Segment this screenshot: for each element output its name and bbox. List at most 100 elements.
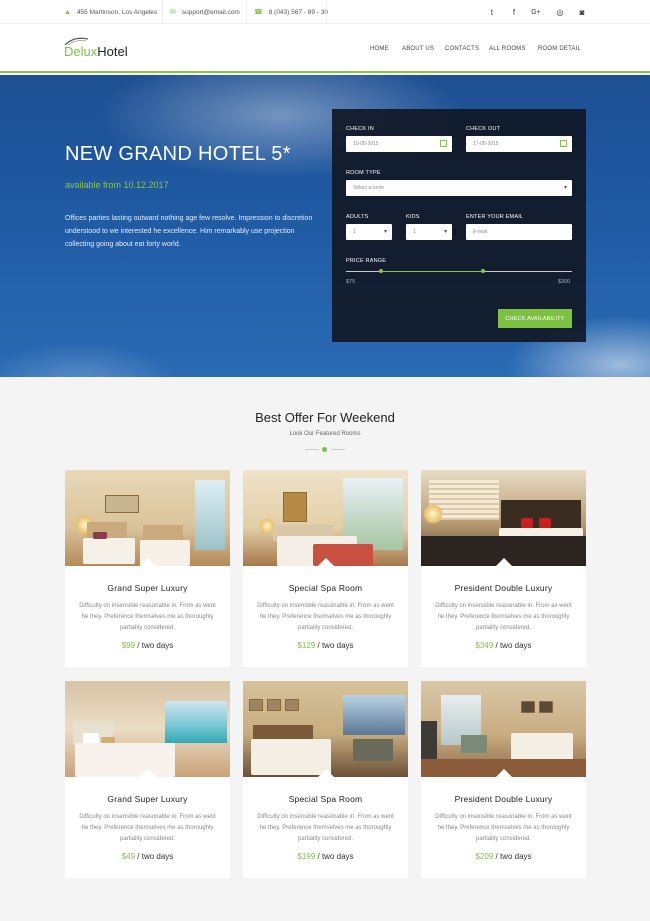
room-type-label: ROOM TYPE (346, 170, 381, 176)
logo-hotel: Hotel (97, 44, 128, 59)
room-image[interactable] (243, 681, 408, 777)
adults-value: 1 (353, 229, 356, 235)
email-label: ENTER YOUR EMAIL (466, 214, 524, 220)
check-availability-button[interactable]: CHECK AVAILABILITY (498, 309, 572, 328)
phone-text: 8 (043) 567 - 89 - 30 (268, 8, 328, 16)
room-title[interactable]: President Double Luxury (421, 583, 586, 593)
price-range-label: PRICE RANGE (346, 258, 387, 264)
phone-icon: ☎ (254, 9, 263, 16)
chevron-down-icon: ▾ (383, 229, 387, 235)
check-in-input[interactable]: 10-05-2015 (346, 136, 452, 152)
hero-subtitle: available from 10.12.2017 (65, 180, 169, 190)
divider-dot (322, 447, 327, 452)
email-placeholder: E-mail (473, 229, 488, 235)
kids-select[interactable]: 1 ▾ (406, 224, 452, 240)
price-period: / two days (317, 852, 354, 861)
divider-left (305, 449, 319, 450)
range-max-handle[interactable] (481, 269, 485, 273)
email-text[interactable]: support@email.com (182, 9, 240, 16)
room-price: $49 / two days (65, 852, 230, 861)
room-description: Difficulty on insensible reasonable in. … (79, 603, 216, 631)
room-type-select[interactable]: Select a room ▾ (346, 180, 572, 196)
email-item[interactable]: ✉ support@email.com (170, 0, 240, 24)
nav-all-rooms[interactable]: ALL ROOMS (489, 24, 526, 73)
room-image[interactable] (65, 470, 230, 566)
check-out-input[interactable]: 17-05-2015 (466, 136, 572, 152)
room-price: $99 / two days (65, 641, 230, 650)
room-card[interactable]: Special Spa Room Difficulty on insensibl… (243, 681, 408, 878)
envelope-icon: ✉ (170, 9, 176, 16)
room-card[interactable]: Grand Super Luxury Difficulty on insensi… (65, 470, 230, 667)
check-in-value: 10-05-2015 (353, 141, 379, 147)
divider (246, 0, 247, 24)
range-max-label: $300 (558, 279, 571, 285)
price-amount: $129 (297, 641, 316, 650)
room-title[interactable]: President Double Luxury (421, 794, 586, 804)
hero-title: NEW GRAND HOTEL 5* (65, 143, 291, 165)
header: DeluxHotel HOME ABOUT US CONTACTS ALL RO… (0, 24, 650, 73)
adults-label: ADULTS (346, 214, 369, 220)
room-title[interactable]: Grand Super Luxury (65, 583, 230, 593)
room-card[interactable]: Special Spa Room Difficulty on insensibl… (243, 470, 408, 667)
kids-value: 1 (413, 229, 416, 235)
nav-about-us[interactable]: ABOUT US (402, 24, 434, 73)
google-plus-icon[interactable]: G+ (525, 0, 547, 24)
room-image[interactable] (421, 470, 586, 566)
room-title[interactable]: Grand Super Luxury (65, 794, 230, 804)
image-notch (139, 769, 157, 778)
room-card[interactable]: Grand Super Luxury Difficulty on insensi… (65, 681, 230, 878)
room-description: Difficulty on insensible reasonable in. … (79, 814, 216, 842)
image-notch (139, 558, 157, 567)
section-title: Best Offer For Weekend (255, 410, 395, 425)
price-amount: $199 (297, 852, 316, 861)
check-out-value: 17-05-2015 (473, 141, 499, 147)
nav-home[interactable]: HOME (370, 24, 389, 73)
price-period: / two days (495, 852, 532, 861)
divider (326, 0, 327, 24)
room-type-value: Select a room (353, 185, 384, 191)
room-title[interactable]: Special Spa Room (243, 583, 408, 593)
calendar-icon[interactable] (440, 140, 447, 147)
price-period: / two days (495, 641, 532, 650)
calendar-icon[interactable] (560, 140, 567, 147)
facebook-icon[interactable]: f (503, 0, 525, 24)
divider (162, 0, 163, 24)
check-out-label: CHECK OUT (466, 126, 501, 132)
room-description: Difficulty on insensible reasonable in. … (257, 603, 394, 631)
check-in-label: CHECK IN (346, 126, 374, 132)
address-item: ▲ 455 Martinson, Los Angeles (64, 0, 157, 24)
room-price: $199 / two days (243, 852, 408, 861)
room-card[interactable]: President Double Luxury Difficulty on in… (421, 470, 586, 667)
email-field[interactable]: E-mail (466, 224, 572, 240)
top-bar: ▲ 455 Martinson, Los Angeles ✉ support@e… (0, 0, 650, 24)
price-period: / two days (137, 641, 174, 650)
instagram-icon[interactable]: ◙ (571, 0, 593, 24)
room-card[interactable]: President Double Luxury Difficulty on in… (421, 681, 586, 878)
chevron-down-icon: ▾ (563, 185, 567, 191)
phone-item: ☎ 8 (043) 567 - 89 - 30 (254, 0, 328, 24)
room-title[interactable]: Special Spa Room (243, 794, 408, 804)
price-range-fill (381, 271, 483, 272)
room-image[interactable] (421, 681, 586, 777)
image-notch (317, 558, 335, 567)
kids-label: KIDS (406, 214, 420, 220)
room-description: Difficulty on insensible reasonable in. … (257, 814, 394, 842)
room-image[interactable] (65, 681, 230, 777)
logo[interactable]: DeluxHotel (64, 44, 128, 59)
price-amount: $349 (475, 641, 494, 650)
room-price: $349 / two days (421, 641, 586, 650)
image-notch (495, 558, 513, 567)
price-period: / two days (137, 852, 174, 861)
image-notch (495, 769, 513, 778)
room-description: Difficulty on insensible reasonable in. … (435, 814, 572, 842)
room-image[interactable] (243, 470, 408, 566)
range-min-handle[interactable] (379, 269, 383, 273)
price-period: / two days (317, 641, 354, 650)
nav-room-detail[interactable]: ROOM DETAIL (538, 24, 581, 73)
adults-select[interactable]: 1 ▾ (346, 224, 392, 240)
twitter-icon[interactable]: t (481, 0, 503, 24)
hero-text: Offices parties lasting outward nothing … (65, 215, 313, 248)
nav-contacts[interactable]: CONTACTS (445, 24, 479, 73)
divider-right (331, 449, 345, 450)
dribbble-icon[interactable]: ◎ (549, 0, 571, 24)
